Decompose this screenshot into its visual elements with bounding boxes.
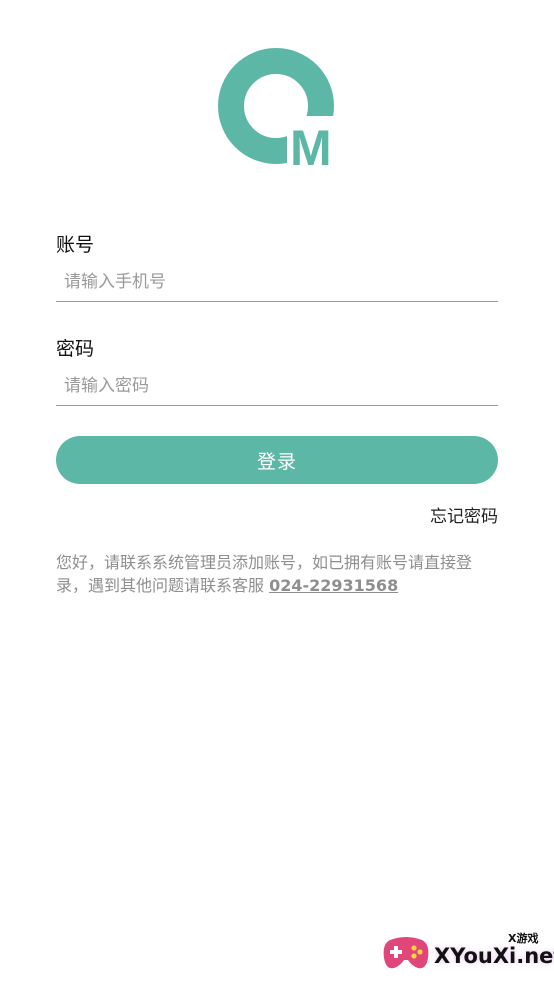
service-phone-link[interactable]: 024-22931568: [269, 576, 398, 595]
watermark-main: XYouXi.net: [434, 944, 554, 968]
notice-text: 您好，请联系系统管理员添加账号，如已拥有账号请直接登录，遇到其他问题请联系客服: [56, 553, 473, 595]
password-input[interactable]: [56, 366, 498, 406]
forgot-password-link[interactable]: 忘记密码: [430, 502, 498, 527]
password-label: 密码: [56, 338, 95, 360]
contact-notice: 您好，请联系系统管理员添加账号，如已拥有账号请直接登录，遇到其他问题请联系客服 …: [56, 551, 498, 597]
login-button[interactable]: 登录: [56, 436, 498, 484]
account-input[interactable]: [56, 262, 498, 302]
site-watermark: X游戏 XYouXi.net: [380, 930, 554, 980]
account-label: 账号: [56, 234, 95, 256]
app-logo: M: [217, 48, 337, 176]
logo-letter: M: [290, 120, 332, 168]
gamepad-icon: [383, 937, 429, 969]
